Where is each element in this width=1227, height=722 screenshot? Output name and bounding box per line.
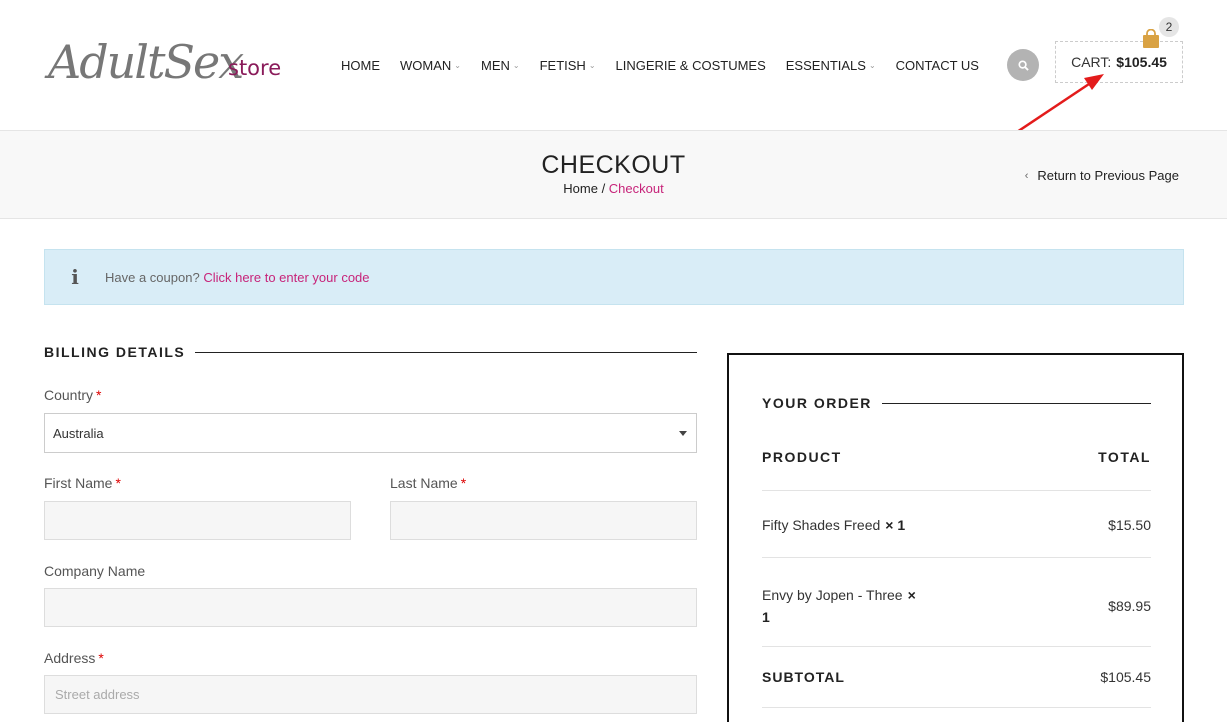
line-item-qty: × 1 [885, 517, 906, 533]
country-select[interactable]: Australia [44, 413, 697, 453]
logo-script-text: AdultSex [48, 35, 244, 89]
line-item-qty-count: 1 [762, 609, 770, 625]
back-link-label: Return to Previous Page [1037, 168, 1179, 183]
coupon-text: Have a coupon? Click here to enter your … [105, 270, 370, 285]
first-name-label-text: First Name [44, 475, 113, 491]
dropdown-arrow-icon [679, 431, 687, 436]
line-item-qty: × [907, 587, 916, 603]
last-name-label: Last Name * [390, 475, 466, 491]
country-label: Country * [44, 387, 101, 403]
order-heading-text: YOUR ORDER [762, 395, 872, 411]
total-column-header: TOTAL [1098, 449, 1151, 465]
line-item-total: $89.95 [1108, 598, 1151, 614]
first-name-field[interactable] [44, 501, 351, 540]
breadcrumb-current: Checkout [608, 181, 664, 196]
logo-store-text: store [228, 56, 282, 80]
cart-count-badge: 2 [1159, 17, 1179, 37]
billing-details-heading: BILLING DETAILS [44, 344, 697, 360]
line-item-product: Fifty Shades Freed × 1 [762, 517, 905, 533]
subtotal-label: SUBTOTAL [762, 669, 845, 685]
company-name-label: Company Name [44, 563, 145, 579]
chevron-down-icon: ⌄ [512, 60, 520, 70]
address-label-text: Address [44, 650, 96, 666]
cart-label: CART: [1071, 54, 1112, 70]
subtotal-value: $105.45 [1100, 669, 1151, 685]
billing-heading-text: BILLING DETAILS [44, 344, 186, 360]
heading-divider [881, 402, 1151, 404]
nav-label: ESSENTIALS [785, 57, 866, 73]
shopping-bag-icon[interactable] [1142, 29, 1160, 49]
subtotal-row: SUBTOTAL $105.45 [762, 669, 1151, 685]
row-divider [762, 490, 1151, 491]
nav-label: FETISH [539, 57, 586, 73]
chevron-down-icon: ⌄ [454, 60, 461, 70]
search-icon [1017, 59, 1029, 71]
street-address-placeholder: Street address [55, 687, 140, 702]
country-value: Australia [53, 425, 104, 441]
nav-item-fetish[interactable]: FETISH ⌄ [540, 58, 596, 73]
order-line-item: Envy by Jopen - Three × 1 $89.95 [762, 584, 1151, 628]
nav-item-essentials[interactable]: ESSENTIALS ⌄ [786, 58, 876, 73]
address-label: Address * [44, 650, 104, 666]
coupon-notice: i Have a coupon? Click here to enter you… [44, 249, 1184, 305]
required-mark: * [98, 650, 104, 666]
return-to-previous-page-link[interactable]: ‹ Return to Previous Page [1025, 168, 1179, 183]
site-logo[interactable]: AdultSex store [48, 26, 298, 98]
last-name-label-text: Last Name [390, 475, 458, 491]
line-item-product: Envy by Jopen - Three × 1 [762, 584, 916, 628]
required-mark: * [115, 475, 121, 491]
coupon-question: Have a coupon? [105, 269, 200, 285]
nav-item-men[interactable]: MEN ⌄ [481, 58, 520, 73]
row-divider [762, 707, 1151, 708]
heading-divider [195, 351, 697, 353]
order-line-item: Fifty Shades Freed × 1 $15.50 [762, 517, 1151, 533]
breadcrumb-home-link[interactable]: Home [563, 181, 598, 196]
last-name-field[interactable] [390, 501, 697, 540]
nav-label: WOMAN [400, 57, 452, 73]
cart-total: $105.45 [1116, 54, 1167, 70]
breadcrumb: Home / Checkout [0, 181, 1227, 196]
nav-label: HOME [341, 57, 380, 73]
page-title-bar: CHECKOUT Home / Checkout ‹ Return to Pre… [0, 130, 1227, 219]
company-name-field[interactable] [44, 588, 697, 627]
country-label-text: Country [44, 387, 94, 403]
required-mark: * [96, 387, 102, 403]
info-icon: i [71, 265, 79, 289]
enter-coupon-link[interactable]: Click here to enter your code [203, 270, 369, 285]
nav-label: CONTACT US [895, 57, 979, 73]
nav-label: MEN [480, 57, 510, 73]
order-table-header: PRODUCT TOTAL [762, 449, 1151, 465]
chevron-left-icon: ‹ [1024, 169, 1029, 182]
nav-item-woman[interactable]: WOMAN ⌄ [400, 58, 461, 73]
first-name-label: First Name * [44, 475, 121, 491]
company-label-text: Company Name [44, 563, 146, 579]
your-order-heading: YOUR ORDER [762, 395, 1151, 411]
order-summary: YOUR ORDER PRODUCT TOTAL Fifty Shades Fr… [727, 353, 1184, 722]
nav-item-lingerie-costumes[interactable]: LINGERIE & COSTUMES [616, 58, 766, 73]
line-item-name: Fifty Shades Freed [762, 517, 881, 533]
required-mark: * [460, 475, 467, 491]
product-column-header: PRODUCT [762, 449, 842, 465]
row-divider [762, 557, 1151, 558]
row-divider [762, 646, 1151, 647]
nav-label: LINGERIE & COSTUMES [615, 57, 766, 73]
chevron-down-icon: ⌄ [868, 60, 876, 70]
line-item-name: Envy by Jopen - Three [762, 587, 903, 603]
main-nav: HOME WOMAN ⌄ MEN ⌄ FETISH ⌄ LINGERIE & COST… [341, 56, 999, 74]
nav-item-contact-us[interactable]: CONTACT US [896, 58, 979, 73]
nav-item-home[interactable]: HOME [341, 58, 380, 73]
breadcrumb-separator: / [597, 181, 609, 196]
line-item-total: $15.50 [1108, 517, 1151, 533]
chevron-down-icon: ⌄ [588, 60, 596, 70]
street-address-field[interactable]: Street address [44, 675, 697, 714]
